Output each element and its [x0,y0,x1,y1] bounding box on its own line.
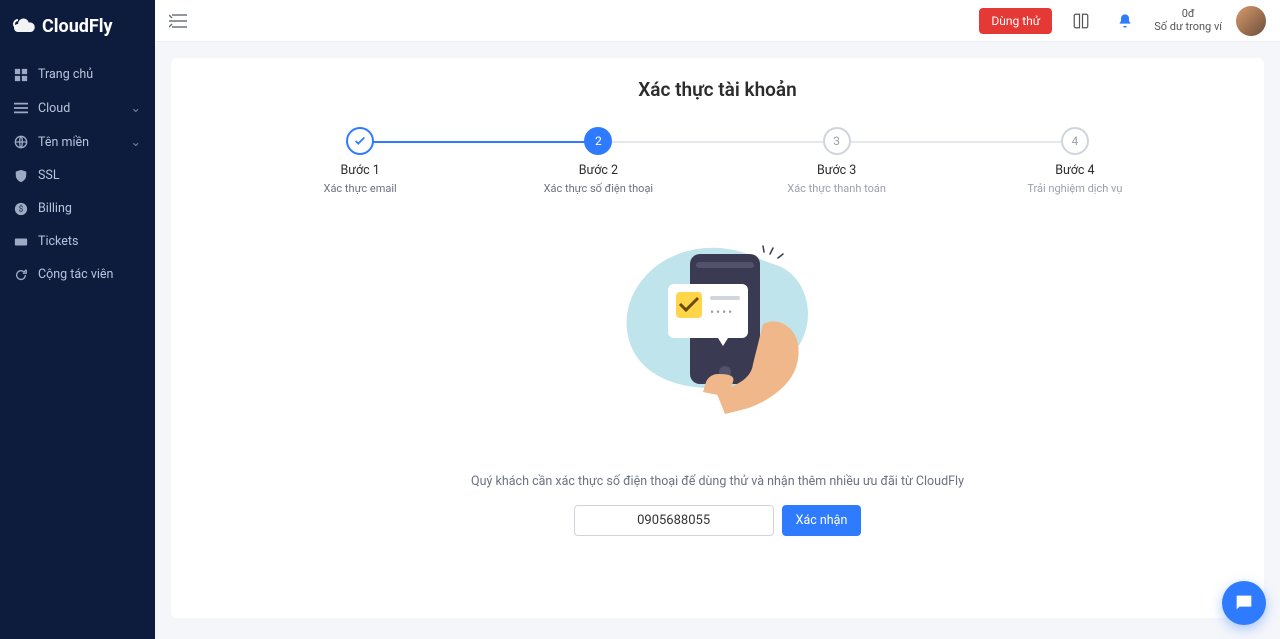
menu-toggle-button[interactable] [169,14,187,28]
step-label: Bước 2 [479,163,717,178]
brand-name: CloudFly [42,16,113,37]
docs-icon[interactable] [1066,6,1096,36]
step-4: 4 Bước 4 Trải nghiệm dịch vụ [956,127,1194,196]
verify-card: Xác thực tài khoản Bước 1 Xác thực email… [171,58,1264,618]
sidebar-item-home[interactable]: Trang chủ [0,58,155,91]
step-sub: Xác thực thanh toán [718,182,956,196]
verify-form: Xác nhận [211,505,1224,536]
step-label: Bước 4 [956,163,1194,178]
list-icon [14,101,28,115]
sidebar-item-label: Trang chủ [38,67,93,82]
refresh-icon [14,268,28,282]
shield-icon [14,169,28,183]
step-sub: Trải nghiệm dịch vụ [956,182,1194,196]
sidebar-item-label: Cộng tác viên [38,267,113,282]
sidebar-item-label: Tickets [38,234,78,249]
avatar[interactable] [1236,6,1266,36]
step-2: 2 Bước 2 Xác thực số điện thoại [479,127,717,196]
description-text: Quý khách cần xác thực số điện thoại để … [211,474,1224,489]
svg-text:$: $ [19,204,23,213]
illustration: •••• [211,224,1224,456]
sidebar-item-label: Cloud [38,101,70,116]
sidebar-item-label: SSL [38,168,60,183]
ticket-icon [14,235,28,249]
trial-button[interactable]: Dùng thử [979,8,1052,34]
globe-icon [14,135,28,149]
cloud-icon [12,14,36,38]
sidebar-nav: Trang chủ Cloud ⌄ Tên miền ⌄ SSL $ Billi… [0,52,155,291]
svg-text:••••: •••• [710,305,734,319]
sidebar-item-label: Billing [38,201,72,216]
dollar-icon: $ [14,202,28,216]
sidebar-item-label: Tên miền [38,135,89,150]
chevron-down-icon: ⌄ [131,134,141,150]
chat-icon [1233,592,1255,614]
step-circle: 4 [1061,127,1089,155]
step-sub: Xác thực email [241,182,479,196]
balance-amount: 0đ [1182,8,1195,21]
step-label: Bước 1 [241,163,479,178]
wallet-balance[interactable]: 0đ Số dư trong ví [1154,8,1222,33]
step-3: 3 Bước 3 Xác thực thanh toán [718,127,956,196]
step-circle [346,127,374,155]
confirm-button[interactable]: Xác nhận [782,505,862,536]
chat-button[interactable] [1222,581,1266,625]
chevron-down-icon: ⌄ [131,100,141,116]
sidebar-item-affiliate[interactable]: Cộng tác viên [0,258,155,291]
step-label: Bước 3 [718,163,956,178]
sidebar-item-ssl[interactable]: SSL [0,159,155,192]
step-circle: 2 [584,127,612,155]
step-circle: 3 [823,127,851,155]
sidebar-item-cloud[interactable]: Cloud ⌄ [0,91,155,125]
step-1: Bước 1 Xác thực email [241,127,479,196]
bell-icon[interactable] [1110,6,1140,36]
sidebar-item-billing[interactable]: $ Billing [0,192,155,225]
step-sub: Xác thực số điện thoại [479,182,717,196]
brand-logo[interactable]: CloudFly [0,0,155,52]
sidebar-item-domain[interactable]: Tên miền ⌄ [0,125,155,159]
sidebar: CloudFly Trang chủ Cloud ⌄ Tên miền ⌄ SS… [0,0,155,639]
page-title: Xác thực tài khoản [211,78,1224,101]
check-icon [353,134,367,148]
sidebar-item-tickets[interactable]: Tickets [0,225,155,258]
topbar: Dùng thử 0đ Số dư trong ví [155,0,1280,42]
dashboard-icon [14,68,28,82]
stepper: Bước 1 Xác thực email 2 Bước 2 Xác thực … [241,127,1194,196]
phone-input[interactable] [574,505,774,536]
balance-label: Số dư trong ví [1154,21,1222,34]
